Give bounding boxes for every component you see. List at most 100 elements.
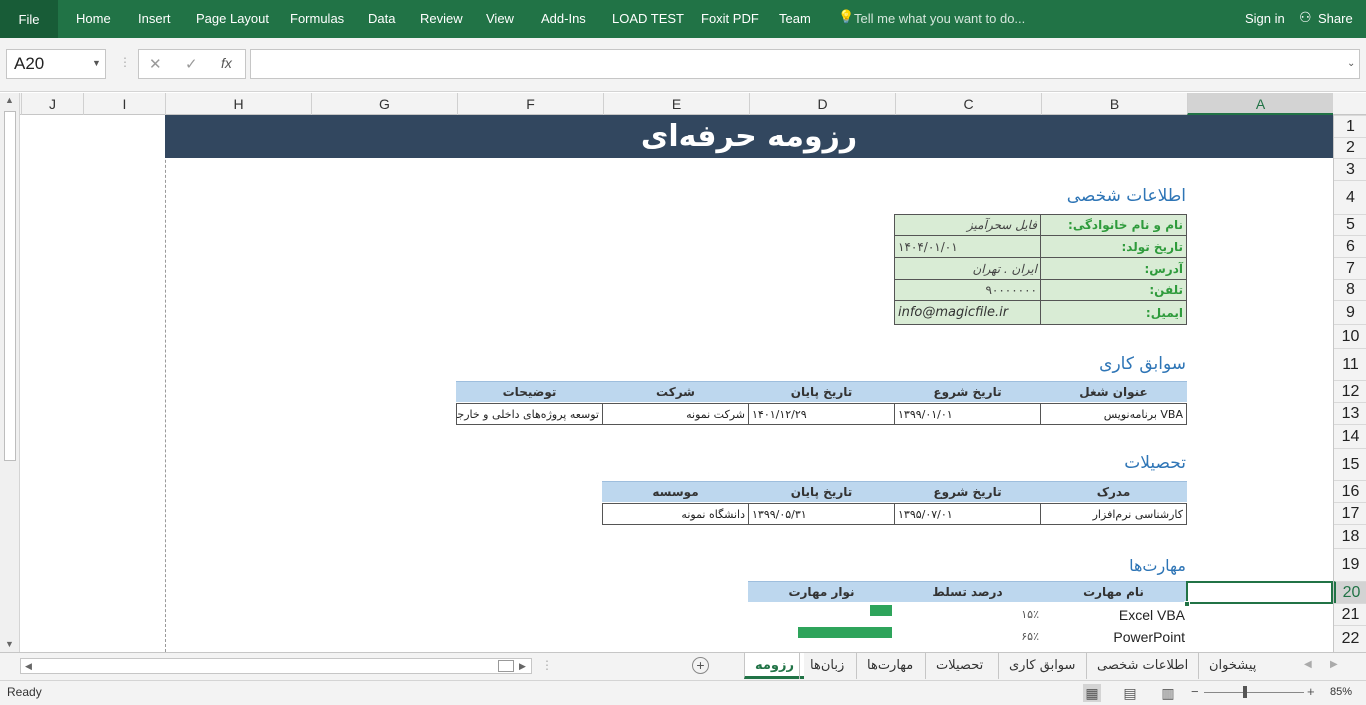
skill-percent[interactable]: ۱۵٪ [894,605,1039,625]
zoom-out-icon[interactable]: − [1191,684,1199,699]
normal-view-icon[interactable]: ▦ [1083,684,1101,702]
personal-label[interactable]: تلفن: [1040,279,1187,301]
education-cell[interactable]: کارشناسی نرم‌افزار [1040,503,1187,525]
tab-data[interactable]: Data [368,11,395,26]
tab-scroll-left-icon[interactable]: ◀ [1304,659,1312,670]
sheet-tab-work-history[interactable]: سوابق کاری [998,653,1085,679]
add-sheet-button[interactable]: + [692,657,709,674]
personal-value[interactable]: info@magicfile.ir [894,300,1041,325]
tab-formulas[interactable]: Formulas [290,11,344,26]
row-header[interactable]: 9 [1334,300,1366,324]
education-cell[interactable]: دانشگاه نمونه [602,503,749,525]
horizontal-scrollbar[interactable]: ◀ ▶ [20,658,532,674]
worksheet-grid[interactable]: رزومه حرفه‌ای اطلاعات شخصی نام و نام خان… [21,115,1333,652]
sheet-tab-dashboard[interactable]: پیشخوان [1198,653,1266,679]
personal-value[interactable]: فایل سحرآمیز [894,214,1041,236]
personal-label[interactable]: آدرس: [1040,257,1187,280]
sheet-tab-education[interactable]: تحصیلات [925,653,993,679]
personal-value[interactable]: ۱۴۰۴/۰۱/۰۱ [894,235,1041,258]
tab-add-ins[interactable]: Add-Ins [541,11,586,26]
sign-in-button[interactable]: Sign in [1245,11,1285,26]
education-cell[interactable]: ۱۳۹۹/۰۵/۳۱ [748,503,895,525]
row-header[interactable]: 18 [1334,524,1366,548]
sheet-tab-skills[interactable]: مهارت‌ها [856,653,923,679]
work-cell[interactable]: ۱۳۹۹/۰۱/۰۱ [894,403,1041,425]
row-header-selected[interactable]: 20 [1334,581,1366,603]
skill-name[interactable]: Excel VBA [1040,605,1185,625]
enter-icon[interactable]: ✓ [185,55,198,73]
sheet-tab-personal-info[interactable]: اطلاعات شخصی [1086,653,1198,679]
row-header[interactable]: 16 [1334,480,1366,502]
work-cell[interactable]: شرکت نمونه [602,403,749,425]
row-header[interactable]: 12 [1334,380,1366,402]
column-header-h[interactable]: H [165,93,311,115]
row-header[interactable]: 10 [1334,324,1366,348]
selected-cell-a20[interactable] [1186,581,1333,604]
tab-foxit-pdf[interactable]: Foxit PDF [701,11,759,26]
share-button[interactable]: Share [1318,11,1353,26]
vertical-scrollbar[interactable]: ▲ ▼ [0,93,20,652]
function-icon[interactable]: fx [221,55,232,71]
column-header-d[interactable]: D [749,93,895,115]
row-header[interactable]: 22 [1334,625,1366,652]
formula-input[interactable] [250,49,1360,79]
zoom-slider-thumb[interactable] [1243,686,1247,698]
tab-home[interactable]: Home [76,11,111,26]
education-cell[interactable]: ۱۳۹۵/۰۷/۰۱ [894,503,1041,525]
page-layout-view-icon[interactable]: ▤ [1121,684,1139,702]
work-cell[interactable]: توسعه پروژه‌های داخلی و خارجی [456,403,603,425]
expand-formula-icon[interactable]: ⌄ [1347,58,1355,69]
page-break-view-icon[interactable]: ▥ [1159,684,1177,702]
zoom-level[interactable]: 85% [1330,686,1352,698]
row-header[interactable]: 15 [1334,448,1366,480]
row-header[interactable]: 14 [1334,424,1366,448]
row-header[interactable]: 21 [1334,603,1366,625]
personal-value[interactable]: ایران . تهران [894,257,1041,280]
scroll-right-icon[interactable]: ▶ [519,661,526,672]
tab-scroll-right-icon[interactable]: ▶ [1330,659,1338,670]
vertical-scroll-thumb[interactable] [4,111,16,461]
sheet-tab-resume[interactable]: رزومه [744,653,804,679]
zoom-in-icon[interactable]: + [1307,684,1315,699]
column-header-g[interactable]: G [311,93,457,115]
row-header[interactable]: 3 [1334,158,1366,180]
personal-value[interactable]: ۹۰۰۰۰۰۰۰ [894,279,1041,301]
cancel-icon[interactable]: ✕ [149,55,162,73]
fill-handle[interactable] [1184,601,1190,607]
scroll-down-icon[interactable]: ▼ [5,639,14,649]
tab-team[interactable]: Team [779,11,811,26]
column-header-j[interactable]: J [21,93,83,115]
tab-load-test[interactable]: LOAD TEST [612,11,684,26]
tab-review[interactable]: Review [420,11,463,26]
row-header[interactable]: 8 [1334,279,1366,300]
row-header[interactable]: 13 [1334,402,1366,424]
personal-label[interactable]: ایمیل: [1040,300,1187,325]
personal-label[interactable]: نام و نام خانوادگی: [1040,214,1187,236]
row-header[interactable]: 2 [1334,137,1366,158]
work-cell[interactable]: برنامه‌نویس VBA [1040,403,1187,425]
work-cell[interactable]: ۱۴۰۱/۱۲/۲۹ [748,403,895,425]
tab-view[interactable]: View [486,11,514,26]
row-header[interactable]: 4 [1334,180,1366,214]
scroll-up-icon[interactable]: ▲ [5,95,14,105]
row-header[interactable]: 19 [1334,548,1366,581]
row-header[interactable]: 1 [1334,115,1366,137]
chevron-down-icon[interactable]: ▼ [92,58,101,68]
file-tab[interactable]: File [0,0,58,38]
sheet-tab-languages[interactable]: زبان‌ها [799,653,854,679]
row-header[interactable]: 6 [1334,235,1366,257]
scroll-left-icon[interactable]: ◀ [25,661,32,672]
row-header[interactable]: 17 [1334,502,1366,524]
name-box[interactable]: A20 [6,49,106,79]
personal-label[interactable]: تاریخ تولد: [1040,235,1187,258]
horizontal-scroll-thumb[interactable] [498,660,514,672]
zoom-slider[interactable] [1204,692,1304,693]
tab-insert[interactable]: Insert [138,11,171,26]
column-header-a[interactable]: A [1187,93,1333,115]
column-header-c[interactable]: C [895,93,1041,115]
tell-me-search[interactable]: Tell me what you want to do... [854,11,1025,26]
column-header-i[interactable]: I [83,93,165,115]
skill-name[interactable]: PowerPoint [1040,627,1185,647]
column-header-b[interactable]: B [1041,93,1187,115]
row-header[interactable]: 5 [1334,214,1366,235]
